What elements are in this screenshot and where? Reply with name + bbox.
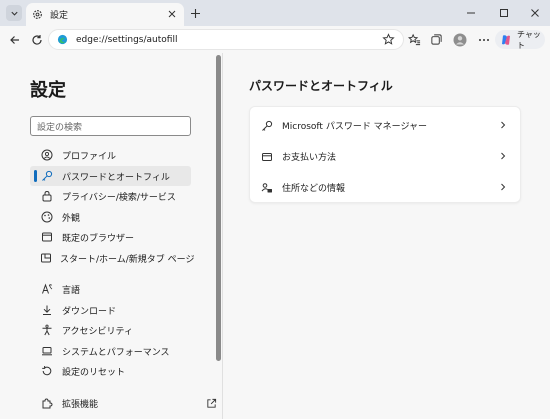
- row-label: お支払い方法: [282, 153, 337, 163]
- autofill-card: Microsoft パスワード マネージャー お支払い方法 住所などの情報: [249, 106, 521, 203]
- page-title: パスワードとオートフィル: [249, 79, 393, 93]
- sidebar-title: 設定: [30, 80, 66, 101]
- sidebar-item-downloads[interactable]: ダウンロード: [30, 300, 191, 320]
- row-label: 住所などの情報: [282, 184, 346, 194]
- home-page-icon: [40, 251, 52, 265]
- sidebar-item-label: システムとパフォーマンス: [62, 347, 170, 358]
- sidebar-item-label: 拡張機能: [62, 399, 99, 410]
- chevron-right-icon: [498, 182, 508, 192]
- sidebar-item-languages[interactable]: 言語: [30, 279, 191, 299]
- close-icon: [530, 8, 540, 18]
- laptop-icon: [40, 344, 54, 358]
- address-bar[interactable]: edge://settings/autofill: [48, 29, 404, 50]
- sidebar: 設定 設定の検索 プロファイル パスワードとオートフィル プライバシー/検索/サ…: [0, 53, 222, 419]
- sidebar-scrollbar[interactable]: [216, 55, 221, 361]
- close-tab-icon[interactable]: [166, 8, 178, 20]
- lock-icon: [40, 189, 54, 203]
- back-button[interactable]: [7, 32, 22, 47]
- credit-card-icon: [260, 150, 274, 164]
- accessibility-icon: [40, 323, 54, 337]
- toolbar: edge://settings/autofill チャット: [0, 26, 550, 53]
- chevron-right-icon: [498, 151, 508, 161]
- close-window-button[interactable]: [527, 5, 543, 21]
- copilot-chat-button[interactable]: チャット: [495, 29, 545, 50]
- tab-actions-button[interactable]: [6, 5, 22, 21]
- sidebar-item-passwords-autofill[interactable]: パスワードとオートフィル: [30, 166, 191, 186]
- arrow-left-icon: [9, 34, 21, 46]
- key-icon: [40, 169, 54, 183]
- sidebar-item-profiles[interactable]: プロファイル: [30, 145, 191, 165]
- row-addresses-info[interactable]: 住所などの情報: [250, 172, 522, 203]
- puzzle-icon: [40, 396, 54, 410]
- row-password-manager[interactable]: Microsoft パスワード マネージャー: [250, 110, 522, 141]
- divider: [222, 53, 223, 419]
- sidebar-item-label: アクセシビリティ: [62, 326, 134, 337]
- copilot-icon: [500, 34, 512, 46]
- key-icon: [260, 119, 274, 133]
- download-icon: [40, 303, 54, 317]
- sidebar-item-label: スタート/ホーム/新規タブ ページ: [60, 254, 195, 265]
- minimize-icon: [466, 8, 476, 18]
- sidebar-item-extensions[interactable]: 拡張機能: [30, 393, 217, 413]
- refresh-button[interactable]: [29, 32, 44, 47]
- profile-button[interactable]: [452, 32, 467, 47]
- sidebar-item-label: 言語: [62, 285, 81, 296]
- minimize-button[interactable]: [463, 5, 479, 21]
- chevron-right-icon: [498, 120, 508, 130]
- sidebar-item-label: プロファイル: [62, 151, 117, 162]
- copilot-label: チャット: [517, 29, 541, 50]
- gear-icon: [32, 9, 43, 20]
- sidebar-item-start-home-newtab[interactable]: スタート/ホーム/新規タブ ページ: [30, 248, 195, 268]
- sidebar-item-reset-settings[interactable]: 設定のリセット: [30, 361, 191, 381]
- refresh-icon: [31, 34, 43, 46]
- tab-settings[interactable]: 設定: [26, 3, 184, 26]
- chevron-down-icon: [10, 9, 19, 18]
- favorites-button[interactable]: [407, 32, 422, 47]
- edge-logo-icon: [57, 34, 68, 45]
- maximize-button[interactable]: [496, 5, 512, 21]
- palette-icon: [40, 210, 54, 224]
- reset-icon: [40, 364, 54, 378]
- sidebar-item-privacy[interactable]: プライバシー/検索/サービス: [30, 186, 191, 206]
- avatar: [453, 33, 467, 47]
- url-text: edge://settings/autofill: [76, 34, 178, 45]
- sidebar-item-label: 外観: [62, 213, 81, 224]
- sidebar-item-label: 既定のブラウザー: [62, 233, 135, 244]
- browser-window-icon: [40, 230, 54, 244]
- favorite-star-icon[interactable]: [382, 33, 395, 46]
- row-label: Microsoft パスワード マネージャー: [282, 122, 428, 132]
- profile-card-icon: [40, 148, 54, 162]
- maximize-icon: [499, 8, 509, 18]
- ellipsis-icon: [478, 34, 490, 46]
- sidebar-item-default-browser[interactable]: 既定のブラウザー: [30, 227, 191, 247]
- collections-button[interactable]: [429, 32, 444, 47]
- collections-icon: [430, 33, 443, 46]
- row-payment-methods[interactable]: お支払い方法: [250, 141, 522, 172]
- settings-page: 設定 設定の検索 プロファイル パスワードとオートフィル プライバシー/検索/サ…: [0, 53, 550, 419]
- language-icon: [40, 282, 54, 296]
- sidebar-item-label: 設定のリセット: [62, 367, 126, 378]
- tab-title: 設定: [50, 11, 69, 21]
- sidebar-item-accessibility[interactable]: アクセシビリティ: [30, 320, 191, 340]
- sidebar-item-appearance[interactable]: 外観: [30, 207, 191, 227]
- sidebar-item-label: プライバシー/検索/サービス: [62, 192, 176, 203]
- sidebar-item-label: パスワードとオートフィル: [62, 172, 170, 183]
- more-options-button[interactable]: [476, 32, 491, 47]
- plus-icon: [190, 8, 201, 19]
- new-tab-button[interactable]: [188, 6, 202, 20]
- sidebar-item-label: ダウンロード: [62, 306, 117, 317]
- external-link-icon: [206, 398, 217, 409]
- settings-search-input[interactable]: 設定の検索: [30, 116, 191, 136]
- sidebar-item-system-performance[interactable]: システムとパフォーマンス: [30, 341, 191, 361]
- contact-card-icon: [260, 181, 274, 195]
- title-bar: 設定: [0, 0, 550, 26]
- favorites-list-icon: [408, 33, 421, 46]
